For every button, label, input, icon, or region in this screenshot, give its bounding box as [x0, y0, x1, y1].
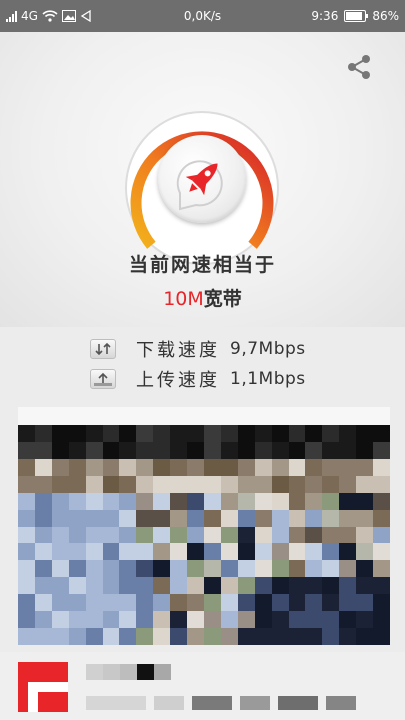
speed-results: 下载速度 9,7Mbps 上传速度 1,1Mbps — [90, 334, 370, 394]
broadband-equivalent: 10M宽带 — [0, 284, 405, 311]
ad-top-strip — [18, 407, 390, 425]
start-test-button[interactable] — [158, 135, 246, 223]
download-label: 下载速度 — [136, 340, 220, 361]
clock: 9:36 — [311, 9, 339, 23]
ad-footer-subtext — [86, 696, 356, 710]
equivalent-value: 10M — [163, 288, 204, 310]
ad-image — [18, 425, 390, 645]
battery-percent: 86% — [372, 9, 399, 23]
equivalent-unit: 宽带 — [203, 288, 242, 310]
rocket-icon — [176, 160, 223, 211]
ad-footer-text — [86, 664, 171, 680]
app-logo — [18, 662, 68, 712]
download-row: 下载速度 9,7Mbps — [90, 334, 370, 364]
download-arrows-icon — [90, 339, 116, 359]
upload-icon — [90, 369, 116, 389]
battery-icon — [344, 10, 369, 22]
upload-label: 上传速度 — [136, 370, 220, 391]
upload-row: 上传速度 1,1Mbps — [90, 364, 370, 394]
status-bar: 4G 0,0K/s 9:36 86% — [0, 0, 405, 32]
upload-value: 1,1Mbps — [230, 369, 306, 389]
ad-footer — [0, 652, 405, 720]
share-icon[interactable] — [344, 52, 374, 82]
status-right: 9:36 86% — [311, 0, 399, 32]
net-speed-text: 0,0K/s — [183, 9, 222, 23]
speed-headline: 当前网速相当于 — [128, 254, 276, 276]
download-value: 9,7Mbps — [230, 339, 306, 359]
ad-banner[interactable] — [18, 407, 390, 647]
